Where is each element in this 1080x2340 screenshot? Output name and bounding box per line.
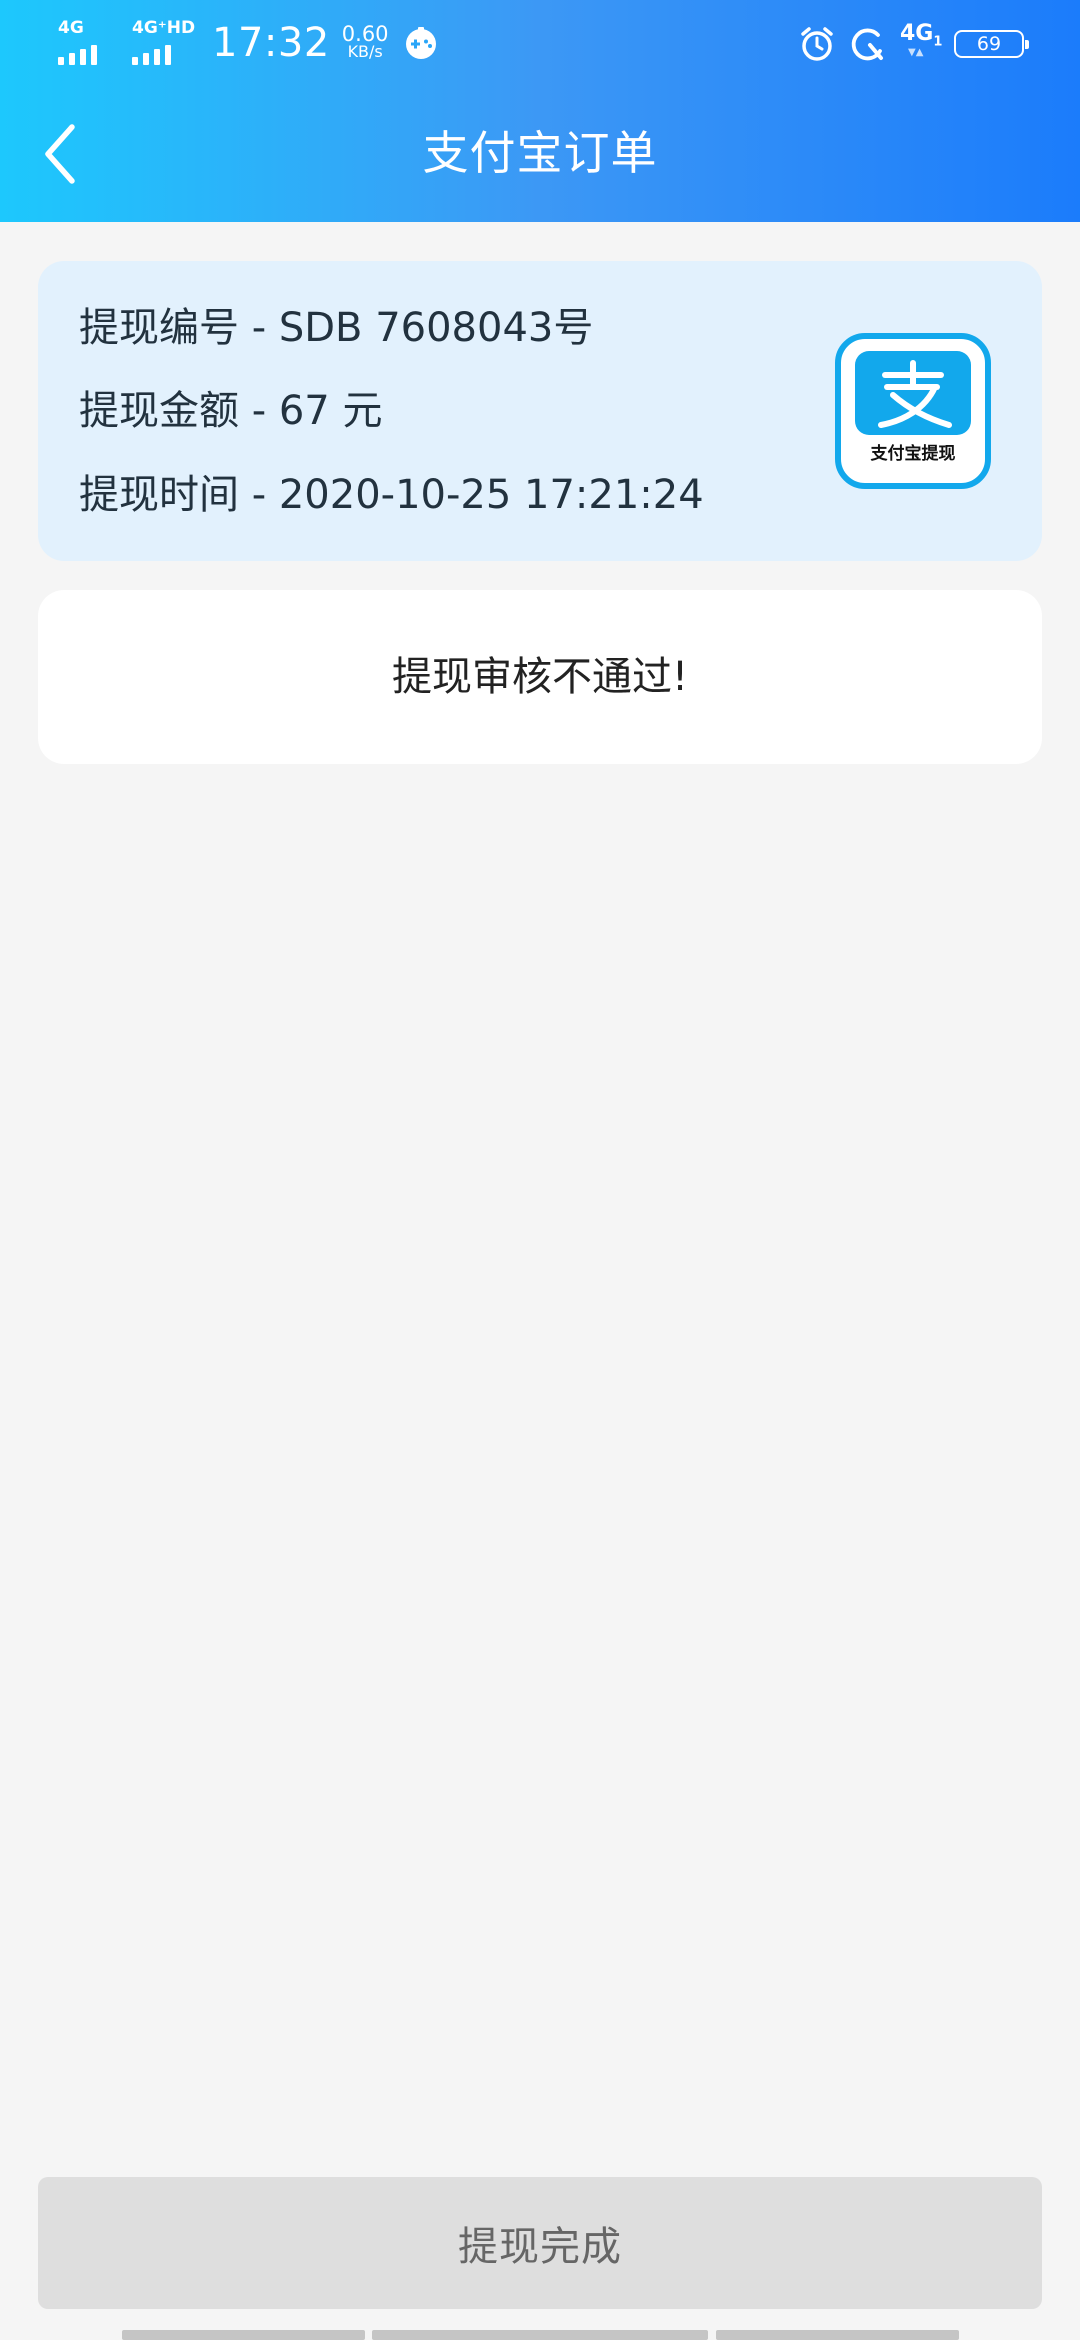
alipay-logo-caption: 支付宝提现 [870,444,956,464]
network-speed-unit: KB/s [347,42,383,61]
signal-4g-secondary-icon: 4G1 ▼▲ [900,21,943,66]
withdrawal-info-card: 提现编号 - SDB 7608043号 提现金额 - 67 元 提现时间 - 2… [38,261,1042,561]
battery-level: 69 [976,33,1002,55]
data-activity-arrows-icon: ▼▲ [908,47,924,58]
status-time: 17:32 [212,20,330,66]
status-bar-left: 4G 4G⁺HD 17:32 0.60 KB/s [58,18,439,68]
network-type-label: 4G [58,18,84,38]
alarm-clock-icon [801,27,833,61]
status-bar: 4G 4G⁺HD 17:32 0.60 KB/s 4G1 ▼▲ 69 [0,0,1080,86]
network-sim-index: 1 [933,34,943,50]
nav-gesture-segment[interactable] [372,2330,708,2340]
review-status-card: 提现审核不通过! [38,590,1042,764]
page-title: 支付宝订单 [422,126,658,180]
network-speed: 0.60 KB/s [341,22,389,61]
network-type-label: 4G⁺HD [132,18,196,38]
app-header: 4G 4G⁺HD 17:32 0.60 KB/s 4G1 ▼▲ 69 支付宝订单 [0,0,1080,222]
review-status-message: 提现审核不通过! [391,654,689,700]
withdrawal-time: 提现时间 - 2020-10-25 17:21:24 [79,472,704,518]
nav-gesture-segment[interactable] [716,2330,959,2340]
network-speed-value: 0.60 [341,22,389,46]
withdrawal-number: 提现编号 - SDB 7608043号 [79,305,594,351]
alipay-logo-mark [855,351,971,435]
signal-4g-hd-icon: 4G⁺HD [132,19,195,65]
gamepad-icon [405,27,436,59]
hotspot-icon [851,28,883,61]
withdrawal-complete-button[interactable]: 提现完成 [38,2177,1042,2309]
withdrawal-amount: 提现金额 - 67 元 [79,388,383,434]
status-bar-right: 4G1 ▼▲ 69 [798,21,1029,66]
signal-4g-icon: 4G [58,18,114,65]
nav-gesture-segment[interactable] [122,2330,365,2340]
battery-icon: 69 [954,30,1029,58]
alipay-icon [878,360,952,428]
system-navigation-bar [0,2330,1080,2340]
network-type-text: 4G [900,21,934,46]
alipay-withdraw-logo: 支付宝提现 [835,333,991,489]
